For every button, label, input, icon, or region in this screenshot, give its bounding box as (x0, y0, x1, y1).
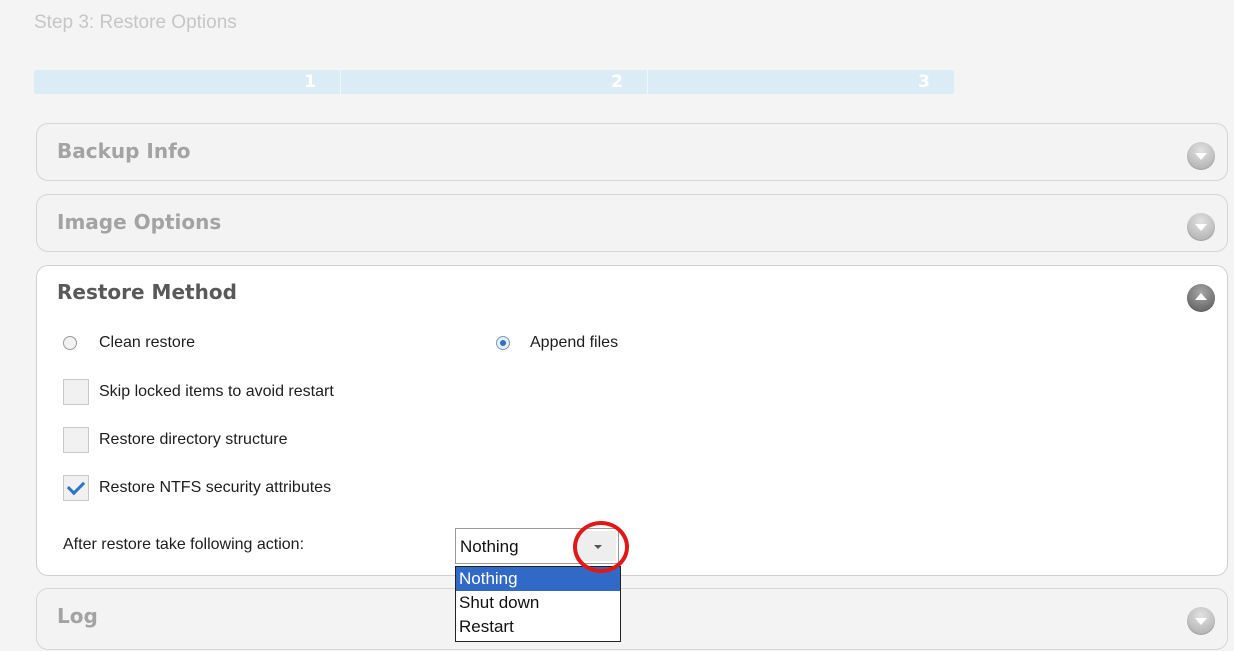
chevron-up-icon[interactable] (1187, 284, 1215, 312)
dropdown-option-restart[interactable]: Restart (456, 615, 620, 639)
after-restore-select-value: Nothing (460, 537, 519, 556)
panel-title-log: Log (57, 604, 98, 628)
clean-restore-radio[interactable] (63, 336, 77, 350)
checkmark-icon (66, 476, 86, 496)
panel-title-restore-method: Restore Method (57, 280, 237, 304)
panel-log[interactable]: Log (36, 588, 1228, 650)
restore-ntfs-checkbox[interactable] (63, 475, 89, 501)
progress-step-2: 2 (341, 70, 648, 94)
restore-directory-label[interactable]: Restore directory structure (99, 431, 288, 449)
annotation-circle (573, 521, 629, 573)
progress-step-1-label: 1 (304, 72, 316, 92)
chevron-down-icon[interactable] (1187, 142, 1215, 170)
after-restore-label: After restore take following action: (63, 536, 305, 553)
dropdown-option-shut-down[interactable]: Shut down (456, 591, 620, 615)
skip-locked-checkbox[interactable] (63, 379, 89, 405)
panel-title-image-options: Image Options (57, 210, 222, 234)
clean-restore-label[interactable]: Clean restore (99, 334, 195, 352)
restore-directory-checkbox[interactable] (63, 427, 89, 453)
after-restore-dropdown-list: Nothing Shut down Restart (455, 566, 621, 642)
append-files-radio[interactable] (496, 336, 510, 350)
panel-backup-info[interactable]: Backup Info (36, 123, 1228, 181)
panel-restore-method: Restore Method (36, 265, 1228, 576)
panel-title-backup-info: Backup Info (57, 139, 191, 163)
panel-image-options[interactable]: Image Options (36, 194, 1228, 252)
step-title: Step 3: Restore Options (34, 12, 237, 33)
progress-step-3: 3 (648, 70, 954, 94)
append-files-label[interactable]: Append files (530, 334, 618, 352)
restore-ntfs-label[interactable]: Restore NTFS security attributes (99, 479, 331, 497)
skip-locked-label[interactable]: Skip locked items to avoid restart (99, 383, 334, 401)
progress-step-3-label: 3 (918, 72, 930, 92)
progress-step-1: 1 (34, 70, 341, 94)
chevron-down-icon[interactable] (1187, 213, 1215, 241)
progress-bar: 1 2 3 (34, 70, 954, 94)
chevron-down-icon[interactable] (1187, 607, 1215, 635)
progress-step-2-label: 2 (611, 72, 623, 92)
